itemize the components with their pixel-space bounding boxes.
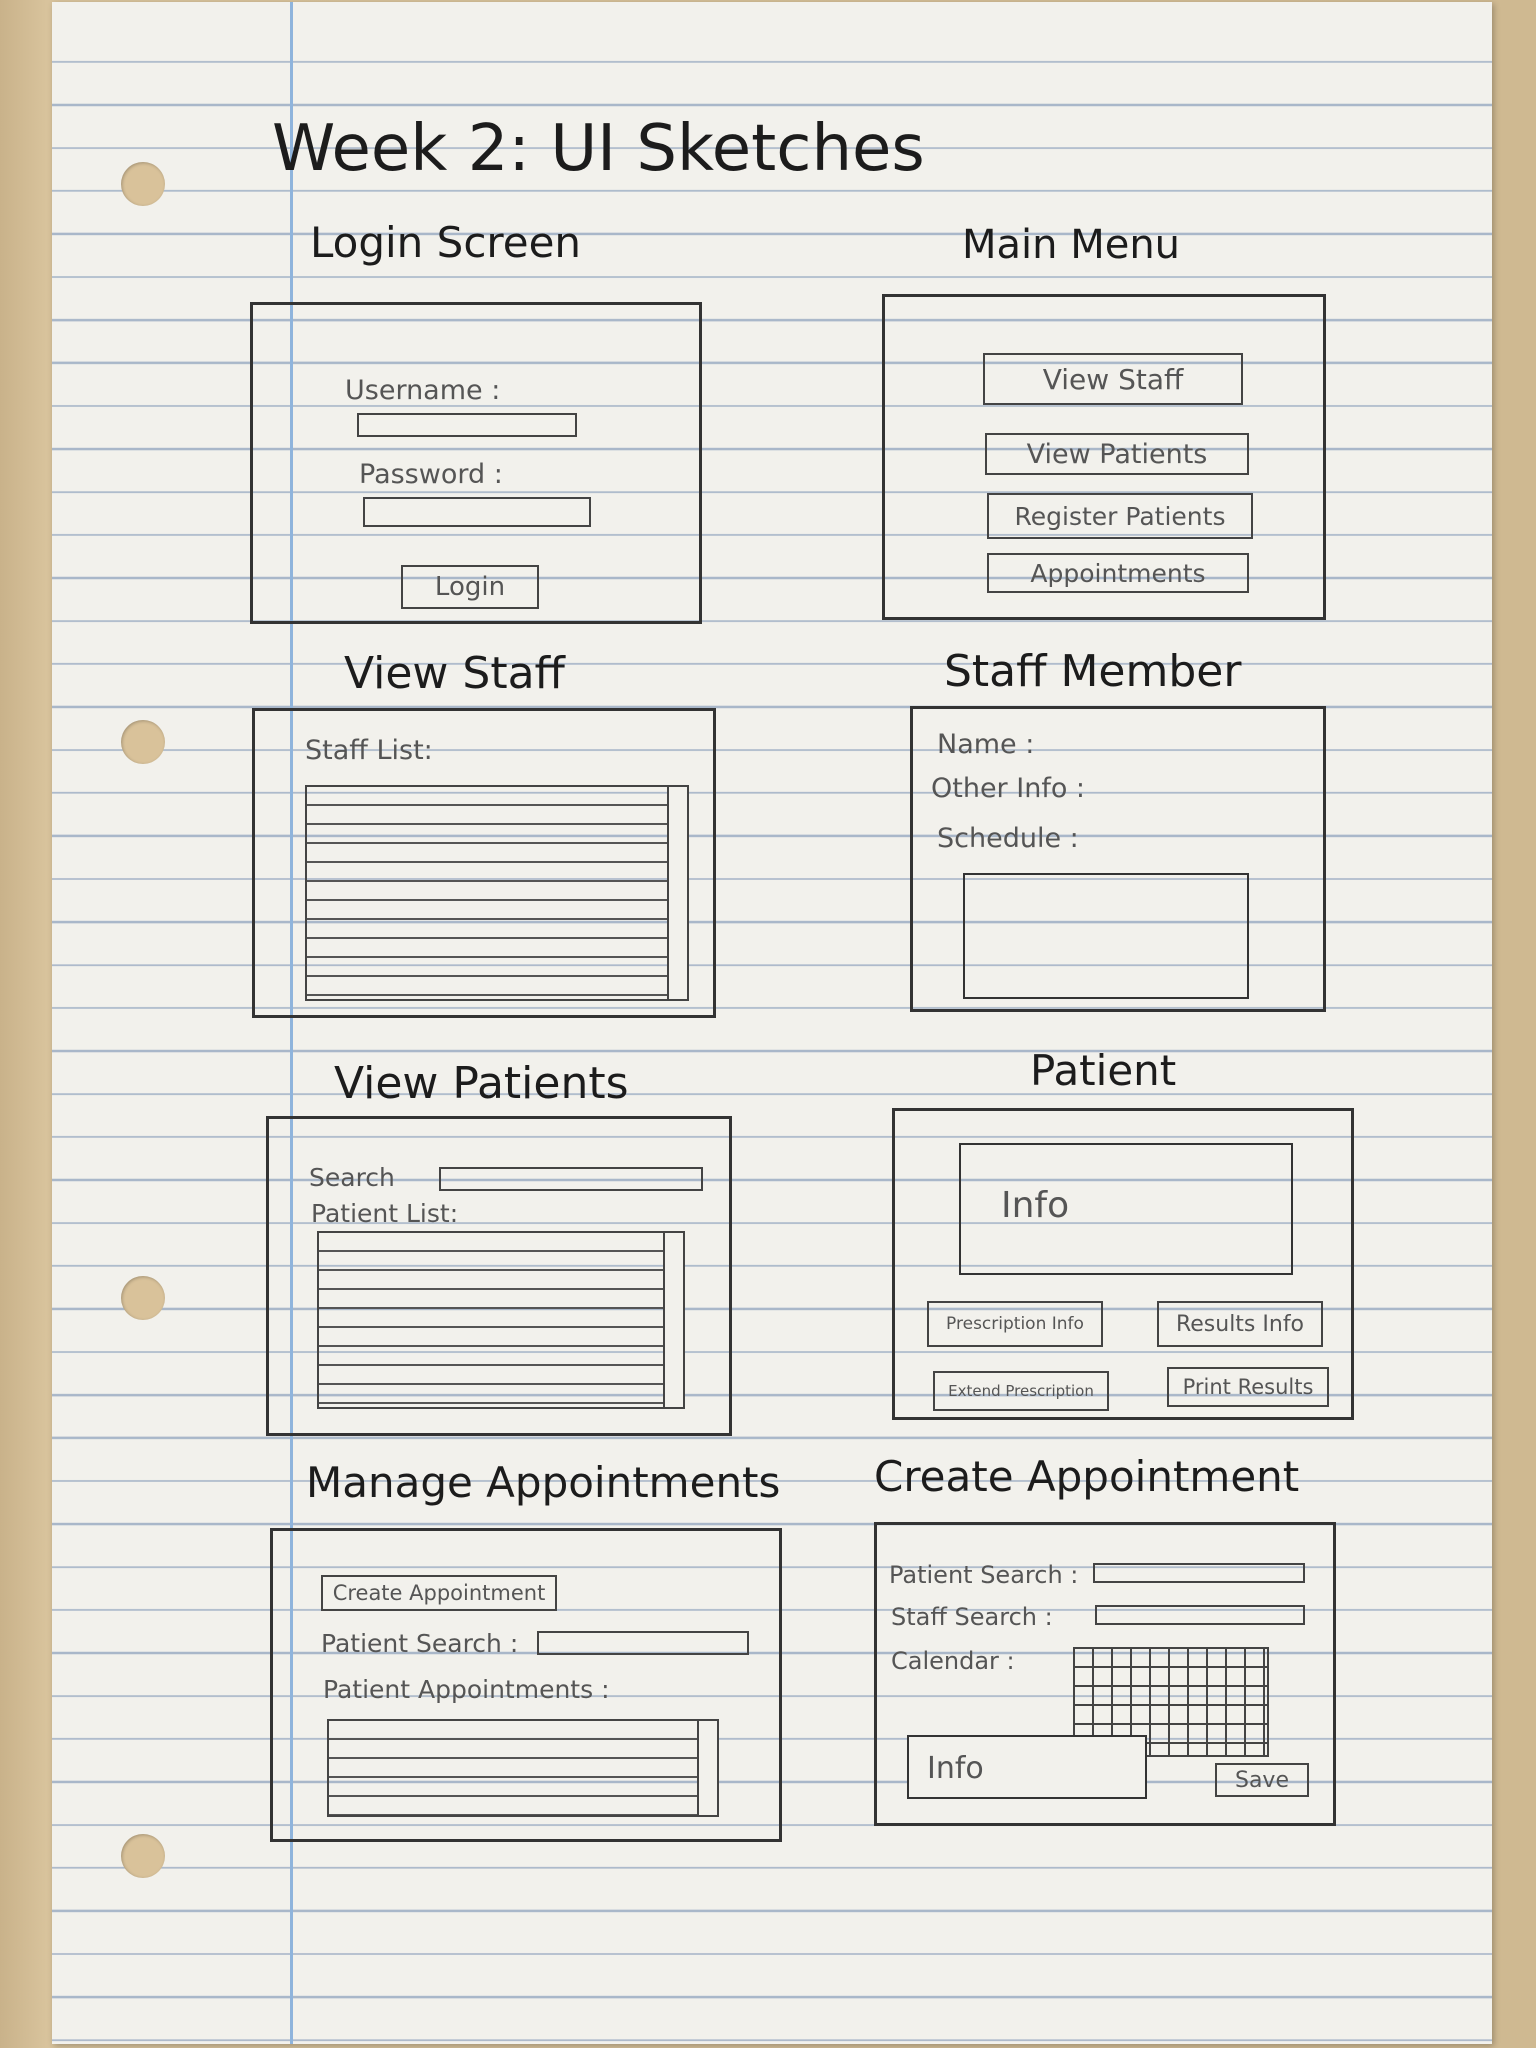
view-patients-heading: View Patients xyxy=(334,1058,629,1109)
patient-appointments-label: Patient Appointments : xyxy=(323,1675,610,1704)
create-appointment-heading: Create Appointment xyxy=(874,1452,1300,1501)
staff-list-scrollbar[interactable] xyxy=(667,787,687,999)
view-patients-frame: Search Patient List: xyxy=(266,1116,732,1436)
other-info-label: Other Info : xyxy=(931,773,1086,804)
manage-appointments-frame: Create Appointment Patient Search : Pati… xyxy=(270,1528,782,1842)
ca-patient-search-field[interactable] xyxy=(1093,1563,1305,1583)
create-appointment-frame: Patient Search : Staff Search : Calendar… xyxy=(874,1522,1336,1826)
manage-appointments-heading: Manage Appointments xyxy=(306,1458,781,1507)
staff-member-heading: Staff Member xyxy=(944,646,1242,697)
page-title: Week 2: UI Sketches xyxy=(272,112,925,186)
ca-staff-search-field[interactable] xyxy=(1095,1605,1305,1625)
patient-list[interactable] xyxy=(317,1231,685,1409)
password-label: Password : xyxy=(359,459,503,490)
schedule-label: Schedule : xyxy=(937,823,1079,854)
patient-search-field[interactable] xyxy=(439,1167,703,1191)
patient-info-label: Info xyxy=(1001,1185,1070,1226)
patient-frame: Info Prescription Info Results Info Exte… xyxy=(892,1108,1354,1420)
patient-list-scrollbar[interactable] xyxy=(663,1233,683,1407)
login-screen-heading: Login Screen xyxy=(310,218,582,267)
patient-heading: Patient xyxy=(1030,1046,1177,1095)
patient-search-label: Patient Search : xyxy=(321,1629,519,1658)
staff-member-frame: Name : Other Info : Schedule : xyxy=(910,706,1326,1012)
ca-staff-search-label: Staff Search : xyxy=(891,1603,1053,1631)
staff-list-label: Staff List: xyxy=(305,735,433,766)
punch-hole xyxy=(121,162,165,206)
patient-info-box: Info xyxy=(959,1143,1293,1275)
view-patients-button[interactable]: View Patients xyxy=(985,433,1249,475)
create-appointment-button[interactable]: Create Appointment xyxy=(321,1575,557,1611)
print-results-button[interactable]: Print Results xyxy=(1167,1367,1329,1407)
appointments-button[interactable]: Appointments xyxy=(987,553,1249,593)
username-field[interactable] xyxy=(357,413,577,437)
ca-info-label: Info xyxy=(927,1751,984,1786)
password-field[interactable] xyxy=(363,497,591,527)
main-menu-heading: Main Menu xyxy=(962,222,1181,268)
username-label: Username : xyxy=(345,375,501,406)
view-staff-button[interactable]: View Staff xyxy=(983,353,1243,405)
calendar-label: Calendar : xyxy=(891,1647,1015,1675)
appointment-patient-search-field[interactable] xyxy=(537,1631,749,1655)
punch-hole xyxy=(121,720,165,764)
patient-appointments-list[interactable] xyxy=(327,1719,719,1817)
view-staff-frame: Staff List: xyxy=(252,708,716,1018)
ca-info-box: Info xyxy=(907,1735,1147,1799)
view-staff-heading: View Staff xyxy=(344,648,565,699)
login-screen-frame: Username : Password : Login xyxy=(250,302,702,624)
ca-patient-search-label: Patient Search : xyxy=(889,1561,1079,1589)
name-label: Name : xyxy=(937,729,1035,760)
patient-list-label: Patient List: xyxy=(311,1199,459,1228)
appointments-list-scrollbar[interactable] xyxy=(697,1721,717,1815)
punch-hole xyxy=(121,1276,165,1320)
schedule-box xyxy=(963,873,1249,999)
extend-prescription-button[interactable]: Extend Prescription xyxy=(933,1371,1109,1411)
main-menu-frame: View Staff View Patients Register Patien… xyxy=(882,294,1326,620)
save-button[interactable]: Save xyxy=(1215,1763,1309,1797)
prescription-info-button[interactable]: Prescription Info xyxy=(927,1301,1103,1347)
search-label: Search xyxy=(309,1163,395,1192)
register-patients-button[interactable]: Register Patients xyxy=(987,493,1253,539)
login-button[interactable]: Login xyxy=(401,565,539,609)
results-info-button[interactable]: Results Info xyxy=(1157,1301,1323,1347)
punch-hole xyxy=(121,1834,165,1878)
staff-list[interactable] xyxy=(305,785,689,1001)
